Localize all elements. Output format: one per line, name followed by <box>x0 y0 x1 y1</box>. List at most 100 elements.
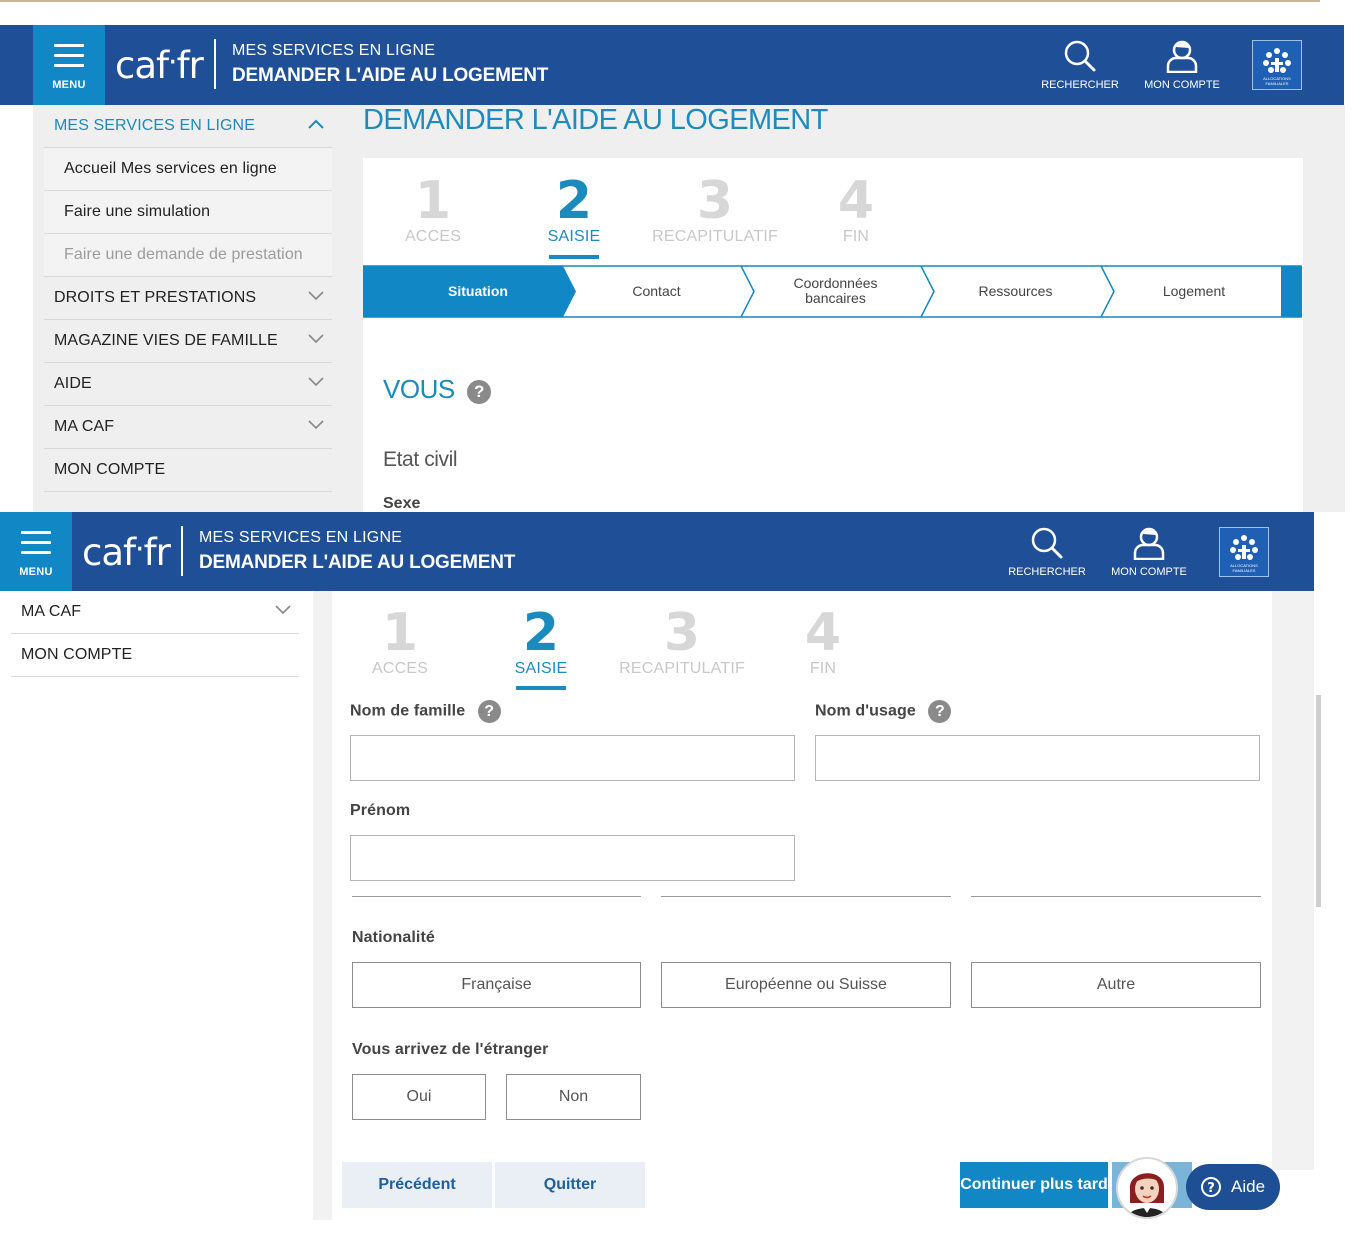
continue-later-button[interactable]: Continuer plus tard <box>960 1162 1108 1208</box>
help-icon[interactable]: ? <box>928 700 952 723</box>
prenom-input[interactable] <box>350 835 795 881</box>
logo-separator <box>214 39 216 89</box>
svg-text:?: ? <box>1207 1181 1215 1196</box>
account-label: MON COMPTE <box>1111 566 1187 578</box>
help-pill-button[interactable]: ? Aide <box>1186 1164 1280 1210</box>
sidebar-section-mes-services[interactable]: MES SERVICES EN LIGNE <box>44 105 332 148</box>
etranger-oui-option[interactable]: Oui <box>352 1074 486 1120</box>
page-title: DEMANDER L'AIDE AU LOGEMENT <box>363 104 828 136</box>
chevron-down-icon <box>308 377 324 387</box>
search-button[interactable]: RECHERCHER <box>1007 526 1087 578</box>
current-step-underline <box>549 255 599 259</box>
allocations-familiales-emblem[interactable]: ALLOCATIONS FAMILIALES <box>1252 40 1302 90</box>
sidebar-item-droits[interactable]: DROITS ET PRESTATIONS <box>44 277 332 320</box>
emblem-caption: ALLOCATIONS FAMILIALES <box>1230 563 1258 573</box>
substep-logement[interactable]: Logement <box>1103 265 1285 317</box>
sidebar-item-ma-caf[interactable]: MA CAF <box>44 406 332 449</box>
header-title: DEMANDER L'AIDE AU LOGEMENT <box>199 552 516 573</box>
sidebar-item-label: Faire une simulation <box>64 203 211 220</box>
hidden-row-edge <box>352 896 641 897</box>
assistant-avatar-icon <box>1128 1173 1166 1217</box>
sidebar-item-label: AIDE <box>54 375 92 392</box>
step-recapitulatif: 3 RECAPITULATIF <box>619 603 745 677</box>
sidebar-item-label: MA CAF <box>21 603 82 620</box>
menu-label: MENU <box>52 79 86 91</box>
account-label: MON COMPTE <box>1144 79 1220 91</box>
substep-coordonnees[interactable]: Coordonnées bancaires <box>763 265 908 317</box>
previous-button[interactable]: Précédent <box>342 1162 492 1208</box>
sidebar-item-aide[interactable]: AIDE <box>44 363 332 406</box>
search-button[interactable]: RECHERCHER <box>1040 39 1120 91</box>
sidebar-item-accueil[interactable]: Accueil Mes services en ligne <box>44 148 332 191</box>
sidebar-item-label: Faire une demande de prestation <box>64 246 303 263</box>
header-title: DEMANDER L'AIDE AU LOGEMENT <box>232 65 549 86</box>
nom-famille-input[interactable] <box>350 735 795 781</box>
sidebar-item-label: Accueil Mes services en ligne <box>64 160 277 177</box>
sidebar-item-magazine[interactable]: MAGAZINE VIES DE FAMILLE <box>44 320 332 363</box>
nationalite-autre-option[interactable]: Autre <box>971 962 1261 1008</box>
search-icon <box>1064 40 1096 72</box>
hidden-row-edge <box>971 896 1261 897</box>
substep-situation[interactable]: Situation <box>383 265 573 317</box>
bottom-page-background <box>0 590 1314 1244</box>
hidden-row-edge <box>661 896 951 897</box>
menu-button[interactable]: MENU <box>0 512 72 591</box>
step-fin: 4 FIN <box>804 603 842 677</box>
sidebar-item-demande[interactable]: Faire une demande de prestation <box>44 234 332 277</box>
step-saisie: 2 SAISIE <box>514 603 568 677</box>
nom-famille-label-row: Nom de famille ? <box>350 700 501 723</box>
sidebar-section-label: MES SERVICES EN LIGNE <box>54 117 255 134</box>
site-header: MENU caf·fr MES SERVICES EN LIGNE DEMAND… <box>0 25 1344 105</box>
sidebar-item-label: MAGAZINE VIES DE FAMILLE <box>54 332 278 349</box>
account-button[interactable]: MON COMPTE <box>1142 39 1222 91</box>
current-step-underline <box>516 686 566 690</box>
step-acces: 1 ACCES <box>371 603 429 677</box>
substep-ressources[interactable]: Ressources <box>923 265 1108 317</box>
help-icon[interactable]: ? <box>477 700 501 723</box>
sidebar-item-ma-caf[interactable]: MA CAF <box>11 591 299 634</box>
section-subtitle: Etat civil <box>383 448 458 471</box>
top-border-line <box>0 0 1320 2</box>
sidebar-item-mon-compte[interactable]: MON COMPTE <box>11 634 299 677</box>
substeps-labels: Situation Contact Coordonnées bancaires … <box>363 265 1303 317</box>
chevron-up-icon <box>308 119 324 129</box>
nationalite-europeenne-option[interactable]: Européenne ou Suisse <box>661 962 951 1008</box>
prenom-label: Prénom <box>350 802 411 819</box>
sidebar-item-simulation[interactable]: Faire une simulation <box>44 191 332 234</box>
site-header-2: MENU caf·fr MES SERVICES EN LIGNE DEMAND… <box>0 512 1314 591</box>
nom-famille-label: Nom de famille <box>350 702 466 720</box>
search-label: RECHERCHER <box>1041 79 1119 91</box>
left-gutter <box>313 590 332 1220</box>
nationalite-label: Nationalité <box>352 929 435 946</box>
step-fin: 4 FIN <box>837 171 875 245</box>
caf-logo[interactable]: caf·fr <box>82 528 171 575</box>
substep-contact[interactable]: Contact <box>563 265 750 317</box>
assistant-avatar[interactable] <box>1116 1157 1178 1219</box>
etranger-label: Vous arrivez de l'étranger <box>352 1041 549 1058</box>
help-icon[interactable]: ? <box>467 379 492 404</box>
sidebar-item-mon-compte[interactable]: MON COMPTE <box>44 449 332 492</box>
help-pill-label: Aide <box>1231 1177 1266 1196</box>
etranger-non-option[interactable]: Non <box>506 1074 641 1120</box>
sidebar-item-label: MA CAF <box>54 418 115 435</box>
chevron-down-icon <box>308 420 324 430</box>
section-title: VOUS <box>383 374 455 404</box>
account-button[interactable]: MON COMPTE <box>1109 526 1189 578</box>
header-subtitle: MES SERVICES EN LIGNE <box>199 529 403 546</box>
nationalite-francaise-option[interactable]: Française <box>352 962 641 1008</box>
nom-usage-input[interactable] <box>815 735 1260 781</box>
menu-button[interactable]: MENU <box>33 25 105 105</box>
user-icon <box>1166 40 1198 73</box>
search-icon <box>1031 527 1063 559</box>
search-label: RECHERCHER <box>1008 566 1086 578</box>
sexe-label: Sexe <box>383 495 421 512</box>
allocations-familiales-emblem[interactable]: ALLOCATIONS FAMILIALES <box>1219 527 1269 577</box>
right-gutter <box>1272 590 1314 1170</box>
sidebar-item-label: MON COMPTE <box>21 646 133 663</box>
nom-usage-label: Nom d'usage <box>815 702 916 720</box>
step-acces: 1 ACCES <box>404 171 462 245</box>
chevron-down-icon <box>275 605 291 615</box>
scrollbar-thumb[interactable] <box>1316 695 1321 907</box>
quit-button[interactable]: Quitter <box>495 1162 645 1208</box>
caf-logo[interactable]: caf·fr <box>115 41 204 88</box>
